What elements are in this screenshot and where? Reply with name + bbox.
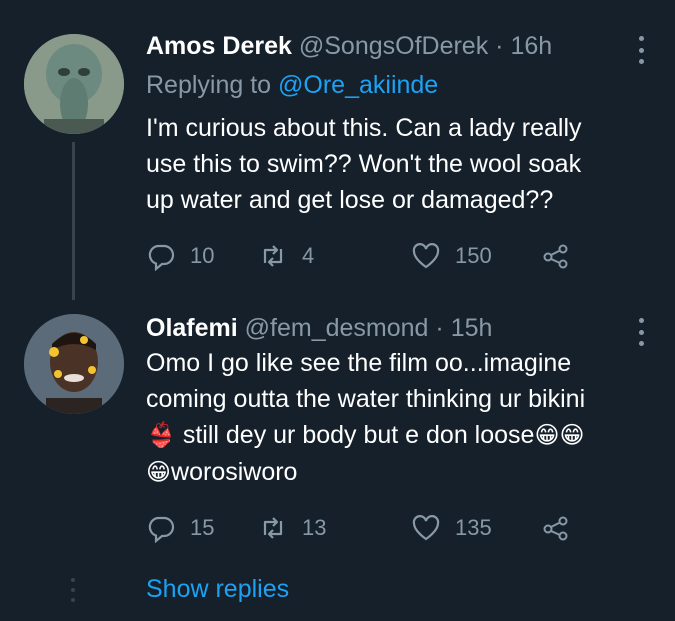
author-handle[interactable]: @fem_desmond [245,314,429,342]
reply-button[interactable]: 10 [146,239,214,273]
text-fragment: still dey ur body but e don loose [175,421,535,449]
like-icon [412,243,440,269]
retweet-count: 13 [302,515,327,540]
tweet[interactable]: Amos Derek @SongsOfDerek · 16h Replying … [0,0,675,300]
text-line: 👙 still dey ur body but e don loose😁😁 [146,417,656,454]
share-icon [543,244,568,269]
reply-icon [148,244,175,271]
tweet-text: I'm curious about this. Can a lady reall… [146,110,656,218]
retweet-button[interactable]: 13 [258,511,326,545]
text-line: up water and get lose or damaged?? [146,186,554,214]
avatar[interactable] [24,314,124,414]
retweet-icon [263,517,283,539]
text-line: Omo I go like see the film oo...imagine [146,349,572,377]
author-handle[interactable]: @SongsOfDerek [299,32,488,60]
separator: · [435,314,444,342]
like-count: 135 [455,515,492,540]
tweet-header: Olafemi @fem_desmond · 15h [146,313,492,343]
like-icon [412,515,440,541]
action-bar: 15 13 135 [146,511,646,545]
grinning-emoji: 😁 [146,459,172,486]
bikini-emoji: 👙 [146,422,176,449]
thread-dots [70,578,76,602]
text-fragment: worosiworo [171,458,298,486]
thread-line [72,142,75,300]
grinning-emoji: 😁😁 [534,422,585,449]
timestamp[interactable]: 16h [510,32,552,60]
tweet[interactable]: Olafemi @fem_desmond · 15h Omo I go like… [0,300,675,560]
reply-icon [148,516,175,543]
like-count: 150 [455,243,492,268]
share-icon [543,516,568,541]
action-bar: 10 4 150 [146,239,646,273]
author-name[interactable]: Olafemi [146,314,238,342]
author-name[interactable]: Amos Derek [146,32,292,60]
reply-count: 10 [190,243,215,268]
retweet-count: 4 [302,243,315,268]
timestamp[interactable]: 15h [451,314,493,342]
text-line: use this to swim?? Won't the wool soak [146,150,582,178]
like-button[interactable]: 150 [411,239,492,273]
text-line: coming outta the water thinking ur bikin… [146,385,586,413]
reply-count: 15 [190,515,215,540]
replying-handle-link[interactable]: @Ore_akiinde [278,71,438,99]
reply-button[interactable]: 15 [146,511,214,545]
more-icon[interactable] [637,36,645,64]
like-button[interactable]: 135 [411,511,492,545]
text-line: 😁worosiworo [146,454,656,491]
text-line: I'm curious about this. Can a lady reall… [146,114,582,142]
tweet-text: Omo I go like see the film oo...imagine … [146,345,656,491]
separator: · [495,32,504,60]
replying-label: Replying to [146,71,272,99]
retweet-icon [263,245,283,267]
replying-to: Replying to @Ore_akiinde [146,70,438,100]
share-button[interactable] [541,511,571,545]
share-button[interactable] [541,239,571,273]
tweet-header: Amos Derek @SongsOfDerek · 16h [146,31,552,61]
avatar[interactable] [24,34,124,134]
retweet-button[interactable]: 4 [258,239,314,273]
more-icon[interactable] [637,318,645,346]
show-replies-link[interactable]: Show replies [146,574,289,604]
